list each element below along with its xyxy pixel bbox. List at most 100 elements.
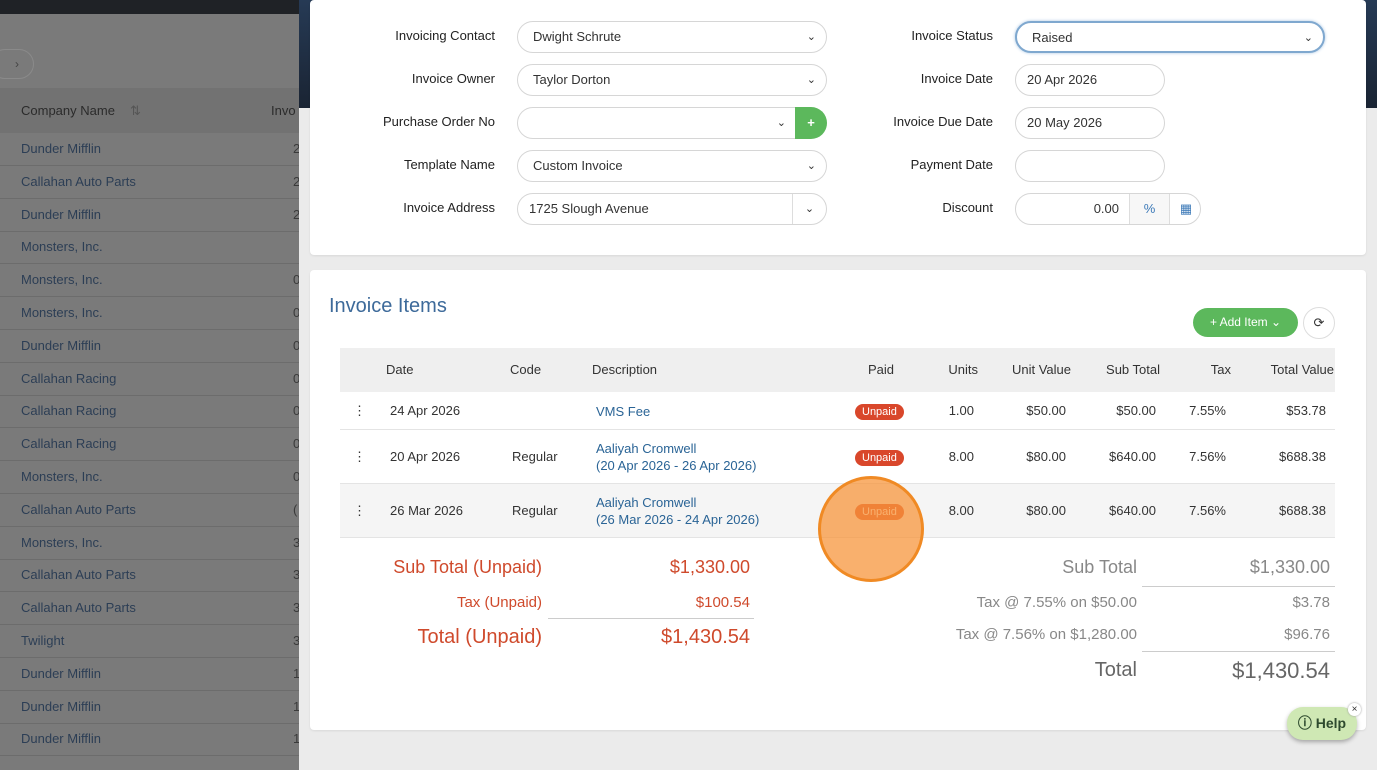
background-invoice-list: › Company Name ⇅ Invo Dunder Mifflin 2 Cal… — [0, 0, 300, 770]
list-row[interactable]: Callahan Auto Parts 2 — [0, 166, 300, 199]
next-page-button[interactable]: › — [0, 49, 34, 79]
divider — [548, 618, 754, 619]
list-row[interactable]: Callahan Racing 0 — [0, 395, 300, 429]
template-name-select[interactable]: Custom Invoice ⌄ — [517, 150, 827, 182]
list-row[interactable]: Monsters, Inc. — [0, 231, 299, 265]
company-name[interactable]: Monsters, Inc. — [21, 231, 103, 263]
percent-toggle[interactable]: % — [1129, 194, 1169, 224]
unpaid-total-value: $1,430.54 — [661, 626, 750, 648]
sort-icon[interactable]: ⇅ — [130, 88, 141, 133]
company-name[interactable]: Dunder Mifflin — [21, 133, 101, 165]
calculator-icon[interactable]: ▦ — [1169, 194, 1200, 224]
row-menu-icon[interactable]: ⋮ — [353, 403, 366, 419]
click-highlight — [818, 476, 924, 582]
item-tax: 7.55% — [1189, 403, 1226, 418]
company-name[interactable]: Dunder Mifflin — [21, 658, 101, 690]
list-row[interactable]: Callahan Auto Parts 3 — [0, 592, 300, 626]
company-name[interactable]: Dunder Mifflin — [21, 691, 101, 723]
value: 1725 Slough Avenue — [529, 201, 649, 216]
list-row[interactable]: Dunder Mifflin 1 — [0, 658, 300, 691]
list-row[interactable]: Dunder Mifflin 1 — [0, 691, 300, 724]
company-name[interactable]: Callahan Racing — [21, 428, 116, 460]
list-row[interactable]: Monsters, Inc. 3 — [0, 527, 300, 560]
divider — [1142, 651, 1335, 652]
item-date: 24 Apr 2026 — [390, 403, 461, 418]
chevron-down-icon: ⌄ — [1303, 32, 1313, 44]
tax1-value: $3.78 — [1292, 594, 1330, 611]
invoice-item-row: ⋮ 24 Apr 2026 VMS Fee Unpaid 1.00 $50.00… — [340, 392, 1335, 430]
item-total-value: $688.38 — [1279, 449, 1326, 464]
label: Help — [1315, 715, 1347, 731]
company-name[interactable]: Monsters, Inc. — [21, 527, 103, 559]
list-row[interactable]: Twilight 3 — [0, 625, 300, 658]
col-unit-value: Unit Value — [1011, 362, 1071, 377]
company-name[interactable]: Twilight — [21, 625, 64, 657]
discount-input[interactable]: 0.00 — [1016, 194, 1129, 224]
list-row[interactable]: Callahan Auto Parts 3 — [0, 559, 300, 593]
chevron-down-icon: ⌄ — [776, 117, 786, 129]
invoice-status-select[interactable]: Raised ⌄ — [1015, 21, 1325, 53]
subtotal-value: $1,330.00 — [1249, 557, 1330, 577]
company-name[interactable]: Callahan Auto Parts — [21, 166, 136, 198]
desc: VMS Fee — [596, 404, 651, 419]
list-row[interactable]: Dunder Mifflin 0 — [0, 330, 300, 363]
invoice-owner-select[interactable]: Taylor Dorton ⌄ — [517, 64, 827, 96]
unpaid-subtotal-label: Sub Total (Unpaid) — [393, 557, 542, 577]
item-units: 1.00 — [948, 403, 974, 418]
tax2-label: Tax @ 7.56% on $1,280.00 — [955, 626, 1137, 643]
company-name[interactable]: Callahan Racing — [21, 363, 116, 395]
list-row[interactable]: Callahan Auto Parts ( — [0, 494, 299, 527]
company-name[interactable]: Callahan Auto Parts — [21, 592, 136, 624]
list-row[interactable]: Dunder Mifflin 2 — [0, 133, 300, 166]
list-row[interactable]: Dunder Mifflin 1 — [0, 723, 300, 757]
items-table-header: Date Code Description Paid Units Unit Va… — [340, 348, 1335, 392]
label: Invoice Owner — [411, 71, 495, 86]
column-invoice[interactable]: Invo — [271, 88, 296, 133]
invoice-date-input[interactable]: 20 Apr 2026 — [1015, 64, 1165, 96]
company-name[interactable]: Monsters, Inc. — [21, 264, 103, 296]
company-name[interactable]: Dunder Mifflin — [21, 199, 101, 231]
total-label: Total — [1094, 659, 1137, 681]
tax2-value: $96.76 — [1284, 626, 1330, 643]
list-row[interactable]: Monsters, Inc. 0 — [0, 297, 300, 330]
company-name[interactable]: Callahan Auto Parts — [21, 494, 136, 526]
item-tax: 7.56% — [1189, 449, 1226, 464]
invoice-address-select[interactable]: 1725 Slough Avenue ⌄ — [517, 193, 827, 225]
total-value: $1,430.54 — [1232, 658, 1330, 683]
company-name[interactable]: Dunder Mifflin — [21, 330, 101, 362]
close-help-icon[interactable]: × — [1348, 703, 1361, 716]
label: Invoicing Contact — [395, 28, 495, 43]
company-name[interactable]: Dunder Mifflin — [21, 723, 101, 755]
list-row[interactable]: Callahan Racing 0 — [0, 363, 300, 396]
help-button[interactable]: ⓘ Help — [1287, 707, 1357, 740]
unpaid-total-label: Total (Unpaid) — [417, 626, 542, 648]
company-name[interactable]: Monsters, Inc. — [21, 297, 103, 329]
list-row[interactable]: Dunder Mifflin 2 — [0, 199, 300, 232]
item-description[interactable]: Aaliyah Cromwell (20 Apr 2026 - 26 Apr 20… — [596, 440, 756, 474]
item-description[interactable]: VMS Fee — [596, 403, 650, 420]
refresh-icon[interactable]: ⟳ — [1303, 307, 1335, 339]
add-item-button[interactable]: + Add Item ⌄ — [1193, 308, 1298, 337]
item-description[interactable]: Aaliyah Cromwell (26 Mar 2026 - 24 Apr 20… — [596, 494, 759, 528]
item-total-value: $688.38 — [1279, 503, 1326, 518]
list-row[interactable]: Monsters, Inc. 0 — [0, 461, 300, 494]
row-menu-icon[interactable]: ⋮ — [353, 449, 366, 465]
label: Discount — [942, 200, 993, 215]
column-company-name[interactable]: Company Name — [21, 88, 115, 133]
company-name[interactable]: Callahan Auto Parts — [21, 559, 136, 591]
list-row[interactable]: Callahan Racing 0 — [0, 428, 300, 462]
company-name[interactable]: Callahan Racing — [21, 395, 116, 427]
invoice-due-date-input[interactable]: 20 May 2026 — [1015, 107, 1165, 139]
payment-date-input[interactable] — [1015, 150, 1165, 182]
label: + Add Item — [1209, 315, 1268, 329]
list-row[interactable]: Monsters, Inc. 0 — [0, 264, 300, 298]
invoicing-contact-select[interactable]: Dwight Schrute ⌄ — [517, 21, 827, 53]
purchase-order-select[interactable]: ⌄ — [517, 107, 797, 139]
desc: Aaliyah Cromwell — [596, 495, 697, 510]
row-menu-icon[interactable]: ⋮ — [353, 503, 366, 519]
company-name[interactable]: Monsters, Inc. — [21, 461, 103, 493]
item-date: 26 Mar 2026 — [390, 503, 463, 518]
invoice-number: ( — [293, 501, 298, 517]
col-tax: Tax — [1210, 362, 1231, 377]
label: Template Name — [403, 157, 495, 172]
